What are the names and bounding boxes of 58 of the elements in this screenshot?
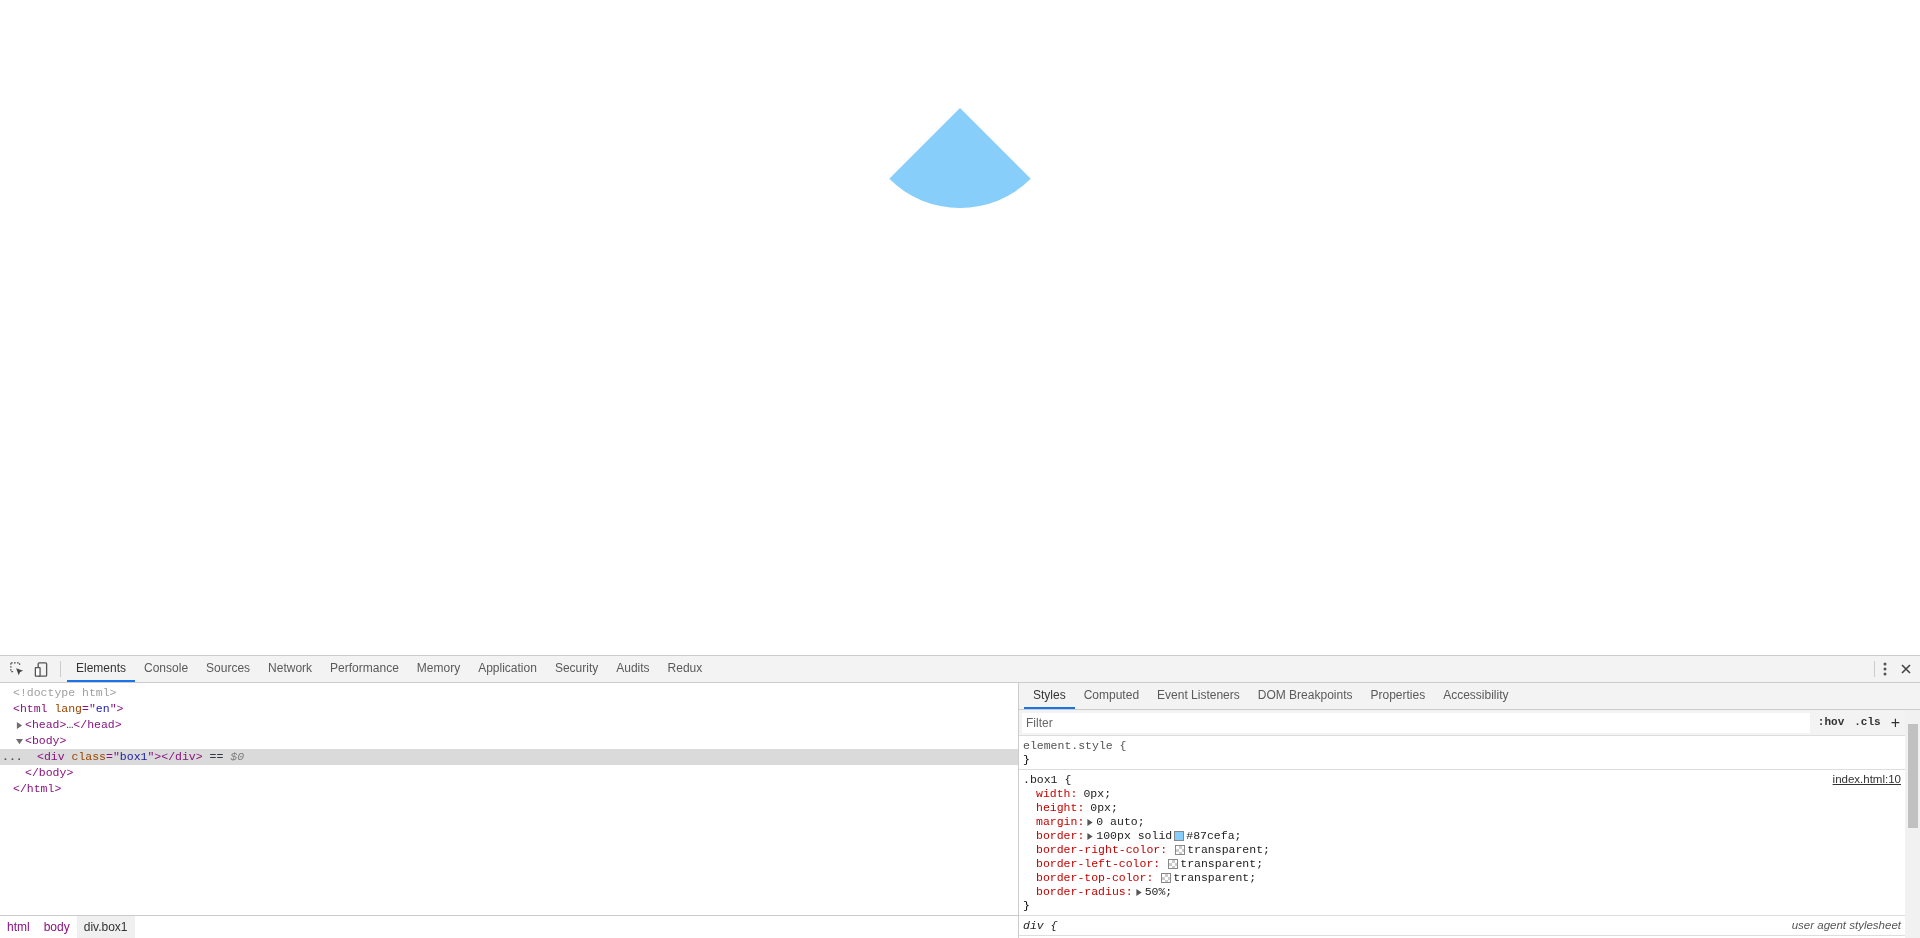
rule-origin: user agent stylesheet: [1791, 918, 1901, 934]
css-declaration[interactable]: margin: 0 auto;: [1023, 815, 1901, 829]
css-declaration[interactable]: border: 100px solid #87cefa;: [1023, 829, 1901, 843]
expand-triangle-icon[interactable]: [16, 721, 23, 729]
collapse-triangle-icon[interactable]: [16, 737, 23, 745]
dom-node[interactable]: <body>: [0, 733, 1018, 749]
sidebar-tab[interactable]: Accessibility: [1434, 683, 1518, 709]
sidebar-tab[interactable]: Event Listeners: [1148, 683, 1249, 709]
filter-toolbar-button[interactable]: :hov: [1815, 714, 1847, 731]
panel-tab[interactable]: Performance: [321, 656, 408, 682]
panel-tab[interactable]: Audits: [607, 656, 659, 682]
rule-selector: div {: [1023, 918, 1058, 935]
scrollbar[interactable]: [1905, 710, 1920, 938]
sidebar-tab[interactable]: DOM Breakpoints: [1248, 683, 1362, 709]
filter-toolbar-button[interactable]: .cls: [1852, 714, 1883, 731]
sidebar-tab[interactable]: Properties: [1361, 683, 1435, 709]
more-options-icon[interactable]: [1883, 662, 1887, 676]
expand-triangle-icon[interactable]: [1135, 888, 1142, 896]
css-declaration[interactable]: height: 0px;: [1023, 801, 1901, 815]
filter-field[interactable]: Filter: [1022, 712, 1810, 733]
panel-tab[interactable]: Elements: [67, 656, 136, 682]
transparent-swatch[interactable]: [1168, 859, 1179, 869]
breadcrumb[interactable]: div.box1: [76, 916, 135, 938]
rule-closing-brace: }: [1023, 899, 1031, 913]
dom-closing-tag: </html>: [0, 781, 1018, 797]
dom-node[interactable]: <html lang="en">: [0, 701, 1018, 717]
panel-tab[interactable]: Console: [135, 656, 198, 682]
close-icon[interactable]: [1901, 664, 1911, 674]
rule-selector: element.style {: [1023, 738, 1127, 755]
panel-tab[interactable]: Application: [469, 656, 546, 682]
panel-tab[interactable]: Sources: [197, 656, 260, 682]
selected-dom-node[interactable]: ... <div class="box1"></div> == $0: [0, 749, 1018, 765]
css-declaration[interactable]: width: 0px;: [1023, 787, 1901, 801]
expand-triangle-icon[interactable]: [1087, 832, 1094, 840]
css-declaration[interactable]: border-left-color: transparent;: [1023, 857, 1901, 871]
color-swatch[interactable]: [1174, 831, 1185, 841]
breadcrumb[interactable]: body: [36, 916, 77, 938]
sidebar-tab[interactable]: Computed: [1074, 683, 1149, 709]
dom-node[interactable]: <head>…</head>: [0, 717, 1018, 733]
panel-tab[interactable]: Memory: [407, 656, 470, 682]
panel-tab[interactable]: Redux: [658, 656, 712, 682]
breadcrumb[interactable]: html: [0, 916, 37, 938]
transparent-swatch[interactable]: [1175, 845, 1186, 855]
css-declaration[interactable]: border-radius: 50%;: [1023, 885, 1901, 899]
css-declaration[interactable]: border-right-color: transparent;: [1023, 843, 1901, 857]
expand-triangle-icon[interactable]: [1087, 818, 1094, 826]
panel-tab[interactable]: Network: [259, 656, 322, 682]
rule-closing-brace: }: [1023, 753, 1031, 767]
device-toolbar-icon[interactable]: [34, 661, 48, 677]
css-declaration[interactable]: border-top-color: transparent;: [1023, 871, 1901, 885]
transparent-swatch[interactable]: [1161, 873, 1172, 883]
rule-selector: .box1 {: [1023, 772, 1072, 789]
filter-toolbar-button[interactable]: +: [1888, 710, 1902, 735]
dom-closing-tag: </body>: [0, 765, 1018, 781]
inspect-element-icon[interactable]: [10, 662, 24, 676]
node-actions-marker[interactable]: ...: [2, 748, 23, 766]
panel-tab[interactable]: Security: [545, 656, 608, 682]
rule-source-link[interactable]: index.html:10: [1832, 771, 1901, 789]
